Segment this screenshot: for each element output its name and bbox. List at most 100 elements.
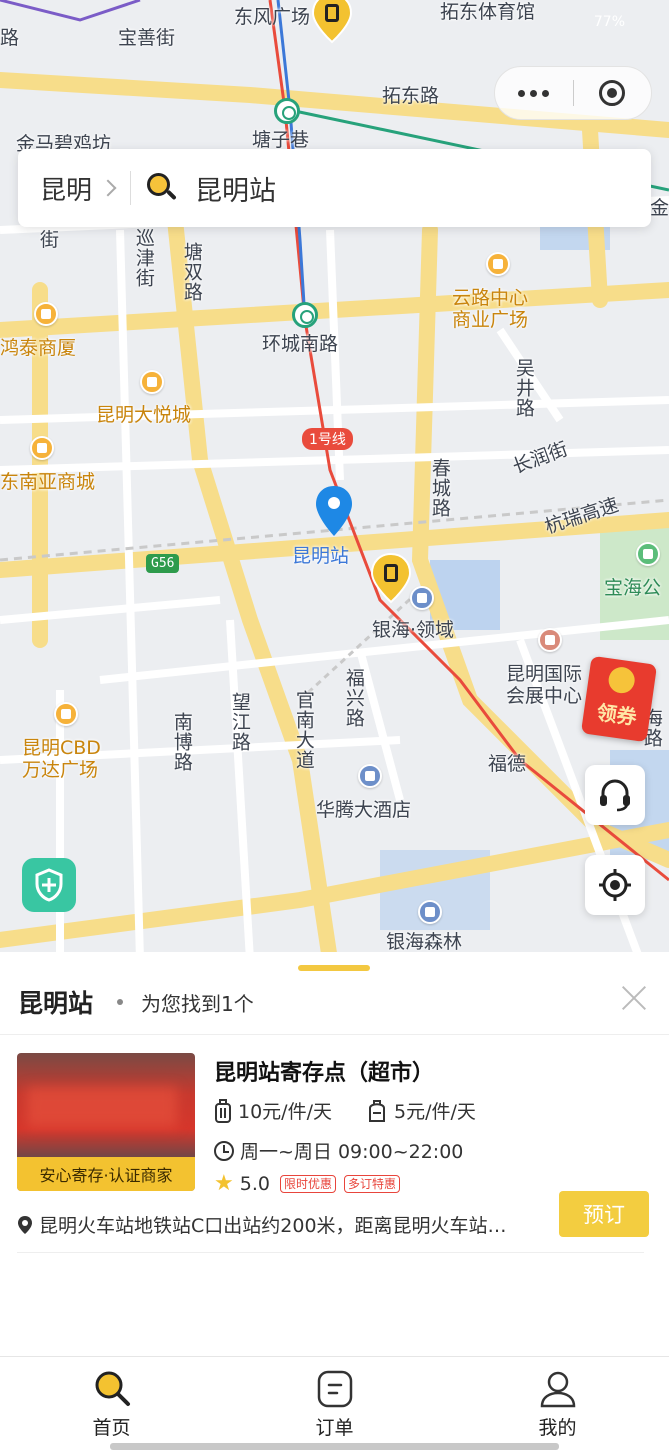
coupon-red-packet[interactable]: 领券	[580, 655, 658, 743]
user-icon	[540, 1371, 575, 1408]
hours-row: 周一~周日 09:00~22:00	[214, 1137, 463, 1164]
sheet-divider	[0, 1034, 669, 1035]
storage-result-card[interactable]: 安心寄存·认证商家 昆明站寄存点（超市） 10元/件/天 5元/件/天 周一~周…	[17, 1053, 653, 1253]
map-label-fuxing-road: 福兴路	[342, 668, 365, 728]
results-sheet: 昆明站 为您找到1个 安心寄存·认证商家 昆明站寄存点（超市） 10元/件/天 …	[0, 952, 669, 1356]
map-label-lu: 路	[0, 27, 20, 49]
insurance-shield-button[interactable]	[22, 858, 76, 912]
map-label-kunming-cbd: 昆明CBD 万达广场	[22, 737, 101, 781]
tab-label: 订单	[315, 1417, 354, 1439]
locate-me-button[interactable]	[585, 855, 645, 915]
metro-station-icon	[292, 302, 318, 328]
headset-icon	[600, 779, 630, 812]
luggage-pin-icon[interactable]	[311, 0, 353, 44]
map-label-wangjiang-road: 望江路	[228, 692, 251, 752]
sheet-title: 昆明站	[18, 989, 94, 1018]
tab-orders[interactable]: 订单	[223, 1357, 446, 1450]
crosshair-icon	[599, 869, 631, 901]
city-name: 昆明	[40, 175, 93, 206]
map-view[interactable]: 东风广场 拓东体育馆 路 宝善街 拓东路 金马碧鸡坊 塘子巷 金 街 巡津街 塘…	[0, 0, 669, 960]
price-small: 5元/件/天	[393, 1101, 476, 1123]
tab-label: 首页	[92, 1417, 131, 1439]
promo-tag: 限时优惠	[279, 1174, 336, 1193]
map-label-guannan-avenue: 官南大道	[292, 690, 315, 770]
metro-station-icon	[274, 98, 300, 124]
search-divider	[130, 171, 132, 205]
result-count: 为您找到1个	[141, 991, 254, 1016]
residence-poi-icon	[418, 900, 442, 924]
opening-hours: 周一~周日 09:00~22:00	[240, 1141, 464, 1163]
customer-service-button[interactable]	[585, 765, 645, 825]
map-label-chuncheng-road: 春城路	[428, 458, 451, 518]
clock-icon	[214, 1140, 234, 1161]
map-label-kunming-station: 昆明站	[292, 545, 350, 567]
map-label-wujing-road: 吴井路	[512, 358, 535, 418]
price-large: 10元/件/天	[238, 1101, 332, 1123]
map-label-yunlu-center: 云路中心 商业广场	[452, 287, 529, 331]
store-address: 昆明火车站地铁站C口出站约200米，距离昆明火车站…	[39, 1215, 507, 1237]
search-icon	[147, 173, 177, 203]
map-label-tangshuang-road: 塘双路	[180, 242, 203, 302]
promo-tag: 多订特惠	[343, 1174, 400, 1193]
metro-line-tag: 1号线	[302, 428, 353, 450]
map-label-jie: 街	[40, 229, 60, 251]
map-label-tuodong-road: 拓东路	[382, 85, 440, 107]
luggage-pin-icon[interactable]	[370, 552, 412, 604]
address-row: 昆明火车站地铁站C口出站约200米，距离昆明火车站…	[17, 1211, 547, 1238]
location-pin-icon	[316, 486, 352, 536]
search-bar: 昆明 昆明站	[18, 149, 651, 227]
location-marker-icon	[18, 1215, 32, 1234]
card-divider	[17, 1252, 644, 1253]
map-label-yinhai-lingyu: 银海·领域	[372, 619, 455, 641]
close-icon[interactable]	[620, 984, 648, 1012]
map-label-nanbo-road: 南博路	[170, 712, 193, 772]
map-label-baohai-park: 宝海公	[604, 577, 662, 599]
chevron-right-icon	[99, 179, 117, 197]
mall-poi-icon	[140, 370, 164, 394]
store-name: 昆明站寄存点（超市）	[214, 1061, 435, 1086]
certified-badge: 安心寄存·认证商家	[17, 1157, 195, 1191]
map-label-huancheng-south-road: 环城南路	[262, 333, 339, 355]
map-label-tuodong-stadium: 拓东体育馆	[440, 1, 536, 23]
map-label-baoshan-street: 宝善街	[118, 27, 176, 49]
suitcase-icon	[215, 1098, 231, 1123]
city-selector[interactable]: 昆明	[18, 149, 130, 227]
tab-home[interactable]: 首页	[0, 1357, 223, 1450]
map-label-jin: 金	[650, 197, 669, 219]
park-poi-icon	[636, 542, 660, 566]
map-label-fude: 福德	[488, 753, 527, 775]
store-thumbnail: 安心寄存·认证商家	[17, 1053, 195, 1191]
mall-poi-icon	[34, 302, 58, 326]
hotel-poi-icon	[358, 764, 382, 788]
star-icon: ★	[214, 1171, 234, 1196]
order-icon	[317, 1370, 352, 1408]
sheet-header: 昆明站 为您找到1个	[18, 982, 254, 1022]
map-label-kunming-expo: 昆明国际 会展中心	[506, 663, 583, 707]
map-label-kunming-dayue: 昆明大悦城	[96, 404, 192, 426]
dot-separator	[117, 999, 124, 1005]
sheet-drag-handle[interactable]	[298, 965, 370, 971]
target-close-icon[interactable]	[574, 67, 652, 119]
venue-poi-icon	[538, 628, 562, 652]
tab-profile[interactable]: 我的	[446, 1357, 669, 1450]
highway-shield: G56	[146, 554, 180, 573]
status-bar-battery: 77%	[593, 14, 625, 30]
map-label-yinhai-forest: 银海森林	[386, 931, 463, 953]
shield-plus-icon	[35, 868, 63, 902]
map-label-huateng-hotel: 华腾大酒店	[316, 799, 412, 821]
map-label-hongtai-mall: 鸿泰商厦	[0, 337, 77, 359]
price-row: 10元/件/天 5元/件/天	[214, 1097, 476, 1124]
backpack-icon	[368, 1099, 385, 1122]
map-label-xunjin-street: 巡津街	[132, 228, 155, 288]
rating-value: 5.0	[239, 1172, 270, 1195]
mall-poi-icon	[30, 436, 54, 460]
home-indicator	[110, 1443, 559, 1450]
book-button[interactable]: 预订	[559, 1191, 649, 1237]
more-dots-icon[interactable]	[495, 67, 573, 119]
map-label-dongnanya-mall: 东南亚商城	[0, 471, 96, 493]
rating-row: ★ 5.0 限时优惠 多订特惠	[214, 1171, 408, 1196]
mall-poi-icon	[486, 252, 510, 276]
search-input[interactable]: 昆明站	[195, 169, 276, 208]
mall-poi-icon	[54, 702, 78, 726]
bottom-tab-bar: 首页 订单 我的	[0, 1356, 669, 1450]
